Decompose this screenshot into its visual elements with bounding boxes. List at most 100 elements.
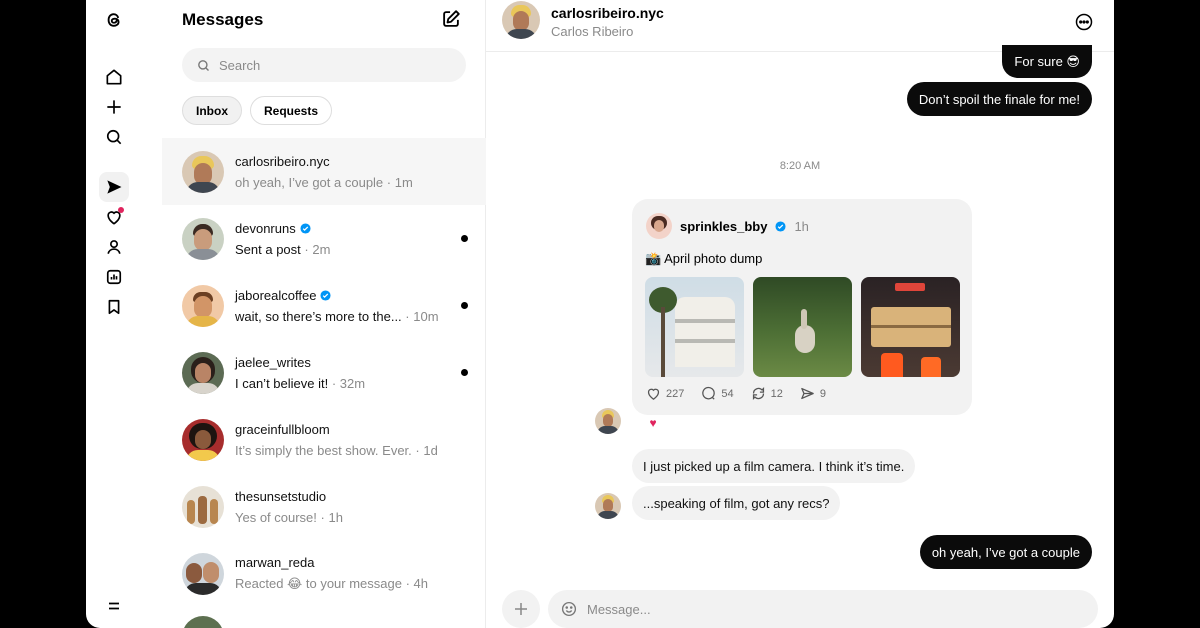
home-icon[interactable] bbox=[102, 65, 126, 89]
insights-icon[interactable] bbox=[102, 265, 126, 289]
avatar bbox=[595, 493, 621, 519]
conversation-preview: Yes of course! bbox=[235, 509, 317, 525]
like-count: 227 bbox=[666, 387, 685, 400]
message-outgoing[interactable]: oh yeah, I’ve got a couple bbox=[919, 535, 1092, 569]
avatar bbox=[182, 418, 224, 461]
avatar[interactable] bbox=[502, 1, 540, 39]
inbox-tabs: Inbox Requests bbox=[182, 96, 333, 125]
attach-button[interactable] bbox=[502, 590, 540, 628]
post-photo-bakery[interactable] bbox=[861, 277, 960, 377]
conversation-name: jaelee_writes bbox=[235, 354, 311, 370]
plus-icon[interactable] bbox=[102, 95, 126, 119]
conversation-preview: wait, so there’s more to the... bbox=[235, 308, 402, 324]
conversation-time: · 4h bbox=[405, 576, 429, 591]
avatar bbox=[182, 485, 224, 528]
conversation-preview: Sent a post bbox=[235, 241, 301, 257]
app-window: Messages Inbox Requests carlosribeiro.ny… bbox=[86, 0, 1114, 628]
conversation-name: thesunsetstudio bbox=[235, 488, 327, 504]
comment-count: 54 bbox=[721, 387, 734, 400]
profile-icon[interactable] bbox=[102, 235, 126, 259]
avatar bbox=[182, 150, 224, 193]
post-username[interactable]: sprinkles_bby bbox=[680, 219, 767, 234]
conversation-name: carlosribeiro.nyc bbox=[235, 153, 330, 169]
conversation-time: · 32m bbox=[331, 375, 366, 391]
message-outgoing[interactable]: Don’t spoil the finale for me! bbox=[906, 82, 1092, 116]
send-icon[interactable] bbox=[99, 172, 129, 202]
message-outgoing[interactable]: For sure 😎 bbox=[1002, 45, 1092, 78]
conversation-item[interactable]: graceinfullbloom It’s simply the best sh… bbox=[162, 406, 486, 473]
tab-requests[interactable]: Requests bbox=[250, 96, 333, 125]
plus-icon bbox=[515, 603, 527, 615]
search-bar[interactable] bbox=[182, 48, 466, 82]
conversation-name: devonruns bbox=[235, 220, 296, 236]
share-icon bbox=[801, 387, 814, 400]
avatar bbox=[182, 616, 224, 628]
search-input[interactable] bbox=[219, 57, 439, 73]
threads-logo-icon[interactable] bbox=[102, 8, 126, 32]
conversation-preview: It’s simply the best show. Ever. bbox=[235, 442, 412, 458]
like-button[interactable]: 227 bbox=[645, 385, 684, 402]
avatar bbox=[182, 351, 224, 394]
conversation-name: graceinfullbloom bbox=[235, 421, 330, 437]
message-timestamp: 8:20 AM bbox=[779, 160, 821, 172]
conversation-item[interactable]: jaelee_writes I can’t believe it! · 32m bbox=[162, 339, 486, 406]
heart-icon[interactable] bbox=[102, 205, 126, 229]
conversation-item[interactable]: jaborealcoffee wait, so there’s more to … bbox=[162, 272, 486, 339]
share-button[interactable]: 9 bbox=[799, 385, 826, 402]
message-incoming[interactable]: ...speaking of film, got any recs? bbox=[632, 486, 841, 520]
conversation-preview-prefix: Reacted bbox=[235, 576, 284, 591]
avatar bbox=[182, 284, 224, 327]
conversation-name: marwan_reda bbox=[235, 555, 315, 570]
compose-icon[interactable] bbox=[440, 8, 462, 30]
unread-dot bbox=[461, 235, 468, 242]
post-time: 1h bbox=[794, 218, 809, 234]
conversation-name: jaborealcoffee bbox=[235, 287, 317, 303]
verified-badge-icon bbox=[320, 289, 331, 301]
repost-button[interactable]: 12 bbox=[750, 385, 783, 402]
conversation-preview: to your message bbox=[305, 576, 402, 591]
chat-username[interactable]: carlosribeiro.nyc bbox=[551, 5, 664, 21]
shared-post-card[interactable]: sprinkles_bby 1h 📸 April photo dump 227 … bbox=[632, 199, 972, 415]
conversation-time: · 2m bbox=[304, 241, 331, 257]
chat-pane: carlosribeiro.nyc Carlos Ribeiro For sur… bbox=[486, 0, 1114, 628]
repost-count: 12 bbox=[770, 387, 783, 400]
nav-rail bbox=[86, 0, 162, 628]
avatar bbox=[595, 408, 621, 434]
avatar bbox=[646, 213, 672, 239]
post-photo-goose[interactable] bbox=[753, 277, 852, 377]
emoji-icon[interactable] bbox=[560, 600, 578, 618]
conversation-time: · 1h bbox=[320, 509, 343, 525]
share-count: 9 bbox=[819, 387, 826, 400]
menu-icon[interactable] bbox=[102, 594, 126, 618]
conversation-list-pane: Messages Inbox Requests carlosribeiro.ny… bbox=[162, 0, 486, 628]
post-photo-building[interactable] bbox=[645, 277, 744, 377]
tab-inbox[interactable]: Inbox bbox=[182, 96, 242, 125]
conversation-time: · 10m bbox=[405, 308, 439, 324]
conversation-item[interactable]: marwan_reda Reacted 😂 to your message · … bbox=[162, 540, 486, 607]
conversation-time: · 1m bbox=[386, 174, 413, 190]
heart-icon bbox=[647, 388, 660, 400]
bookmark-icon[interactable] bbox=[102, 295, 126, 319]
message-input-box[interactable] bbox=[548, 590, 1098, 628]
avatar bbox=[182, 217, 224, 260]
conversation-item[interactable]: thesunsetstudio Yes of course! · 1h bbox=[162, 473, 486, 540]
unread-dot bbox=[461, 369, 468, 376]
search-icon[interactable] bbox=[102, 125, 126, 149]
heart-reaction-icon[interactable]: ♥ bbox=[641, 411, 665, 435]
verified-badge-icon bbox=[300, 222, 311, 234]
comment-icon bbox=[702, 386, 716, 400]
post-caption: 📸 April photo dump bbox=[645, 251, 763, 266]
conversation-item[interactable]: devonruns Sent a post · 2m bbox=[162, 205, 486, 272]
conversation-time: · 1d bbox=[415, 442, 438, 458]
conversation-item[interactable]: carlosribeiro.nyc oh yeah, I’ve got a co… bbox=[162, 138, 486, 205]
comment-button[interactable]: 54 bbox=[700, 385, 734, 402]
conversation-preview: I can’t believe it! bbox=[235, 375, 329, 391]
more-options-icon[interactable] bbox=[1074, 12, 1094, 32]
repost-icon bbox=[752, 387, 764, 400]
search-icon bbox=[198, 59, 209, 71]
message-incoming[interactable]: I just picked up a film camera. I think … bbox=[632, 449, 916, 483]
page-title: Messages bbox=[182, 10, 264, 29]
avatar bbox=[182, 552, 224, 595]
message-input[interactable] bbox=[587, 601, 1067, 617]
verified-badge-icon bbox=[775, 220, 786, 232]
